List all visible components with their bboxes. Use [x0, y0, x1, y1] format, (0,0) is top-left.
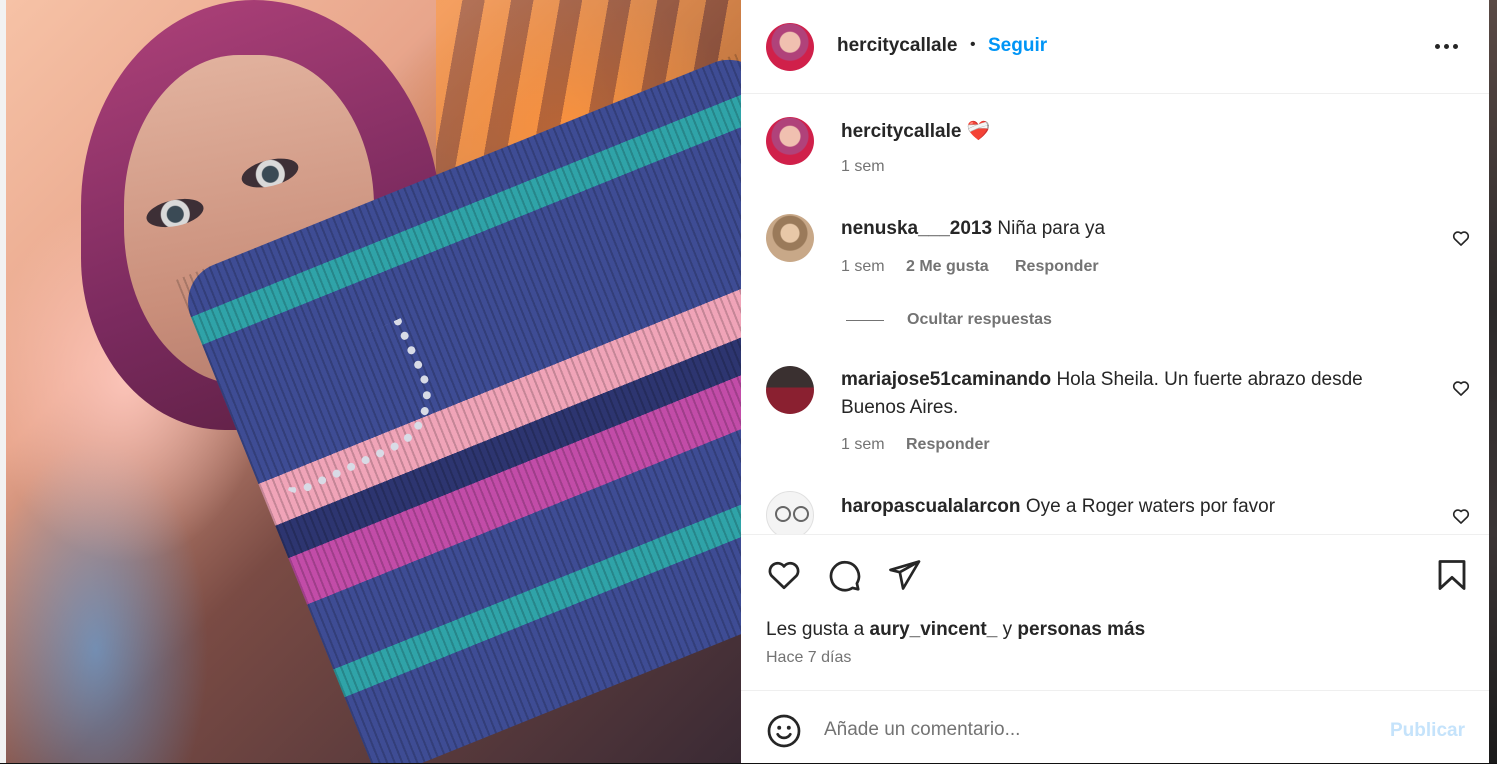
comment-username[interactable]: mariajose51caminando: [841, 369, 1051, 390]
comment-body: Niña para ya: [997, 218, 1106, 239]
comment-text: haropascualalarcon Oye a Roger waters po…: [841, 493, 1275, 521]
comment-like-heart-icon[interactable]: [1451, 228, 1471, 248]
caption-time[interactable]: 1 sem: [841, 158, 885, 176]
caption-avatar[interactable]: [766, 117, 814, 165]
comment-username[interactable]: nenuska___2013: [841, 218, 992, 239]
caption-username[interactable]: hercitycallale: [841, 121, 961, 142]
comment-composer: Publicar: [741, 690, 1489, 764]
comments-list[interactable]: hercitycallale ❤️‍🩹 1 sem nenuska___2013…: [741, 94, 1489, 534]
reply-button[interactable]: Responder: [906, 436, 990, 454]
likes-user-link[interactable]: aury_vincent_: [870, 619, 998, 640]
post-header: hercitycallale • Seguir: [741, 0, 1489, 94]
comment-body-line1: Hola Sheila. Un fuerte abrazo desde: [1056, 369, 1363, 390]
comment-body-line2: Buenos Aires.: [841, 397, 959, 418]
replies-divider: [846, 320, 884, 321]
comment-text: mariajose51caminando Hola Sheila. Un fue…: [841, 366, 1421, 422]
comment-like-heart-icon[interactable]: [1451, 378, 1471, 398]
heart-icon[interactable]: [766, 557, 802, 593]
comment-username[interactable]: haropascualalarcon: [841, 496, 1021, 517]
post-side-panel: hercitycallale • Seguir hercitycallale ❤…: [741, 0, 1489, 763]
comment-time[interactable]: 1 sem: [841, 436, 885, 454]
likes-prefix: Les gusta a: [766, 619, 865, 640]
header-separator: •: [970, 36, 976, 53]
hide-replies-button[interactable]: Ocultar respuestas: [907, 311, 1052, 329]
more-options-icon[interactable]: [1435, 34, 1463, 58]
comment-icon[interactable]: [826, 557, 862, 593]
comment-text: nenuska___2013 Niña para ya: [841, 215, 1105, 243]
post-actions: Les gusta a aury_vincent_ y personas más…: [741, 534, 1489, 691]
likes-conjunction: y: [1002, 619, 1013, 640]
comment-avatar[interactable]: [766, 491, 814, 534]
comment-body: Oye a Roger waters por favor: [1025, 496, 1276, 517]
comment-like-heart-icon[interactable]: [1451, 506, 1471, 526]
comment-input[interactable]: [824, 713, 1364, 747]
caption: hercitycallale ❤️‍🩹: [841, 118, 990, 146]
bookmark-icon[interactable]: [1434, 557, 1470, 593]
author-username[interactable]: hercitycallale: [837, 35, 957, 57]
likes-summary: Les gusta a aury_vincent_ y personas más: [766, 619, 1145, 641]
comment-likes-count[interactable]: 2 Me gusta: [906, 258, 989, 276]
caption-emoji: ❤️‍🩹: [966, 121, 991, 142]
comment-avatar[interactable]: [766, 214, 814, 262]
share-icon[interactable]: [886, 557, 922, 593]
emoji-icon[interactable]: [766, 713, 802, 749]
reply-button[interactable]: Responder: [1015, 258, 1099, 276]
publish-button[interactable]: Publicar: [1390, 720, 1465, 742]
author-avatar[interactable]: [766, 23, 814, 71]
follow-button[interactable]: Seguir: [988, 35, 1047, 57]
modal-backdrop[interactable]: [1489, 0, 1497, 763]
comment-avatar[interactable]: [766, 366, 814, 414]
post-photo[interactable]: [6, 0, 741, 763]
likes-others-link[interactable]: personas más: [1017, 619, 1145, 640]
post-date[interactable]: Hace 7 días: [766, 649, 851, 667]
comment-time[interactable]: 1 sem: [841, 258, 885, 276]
